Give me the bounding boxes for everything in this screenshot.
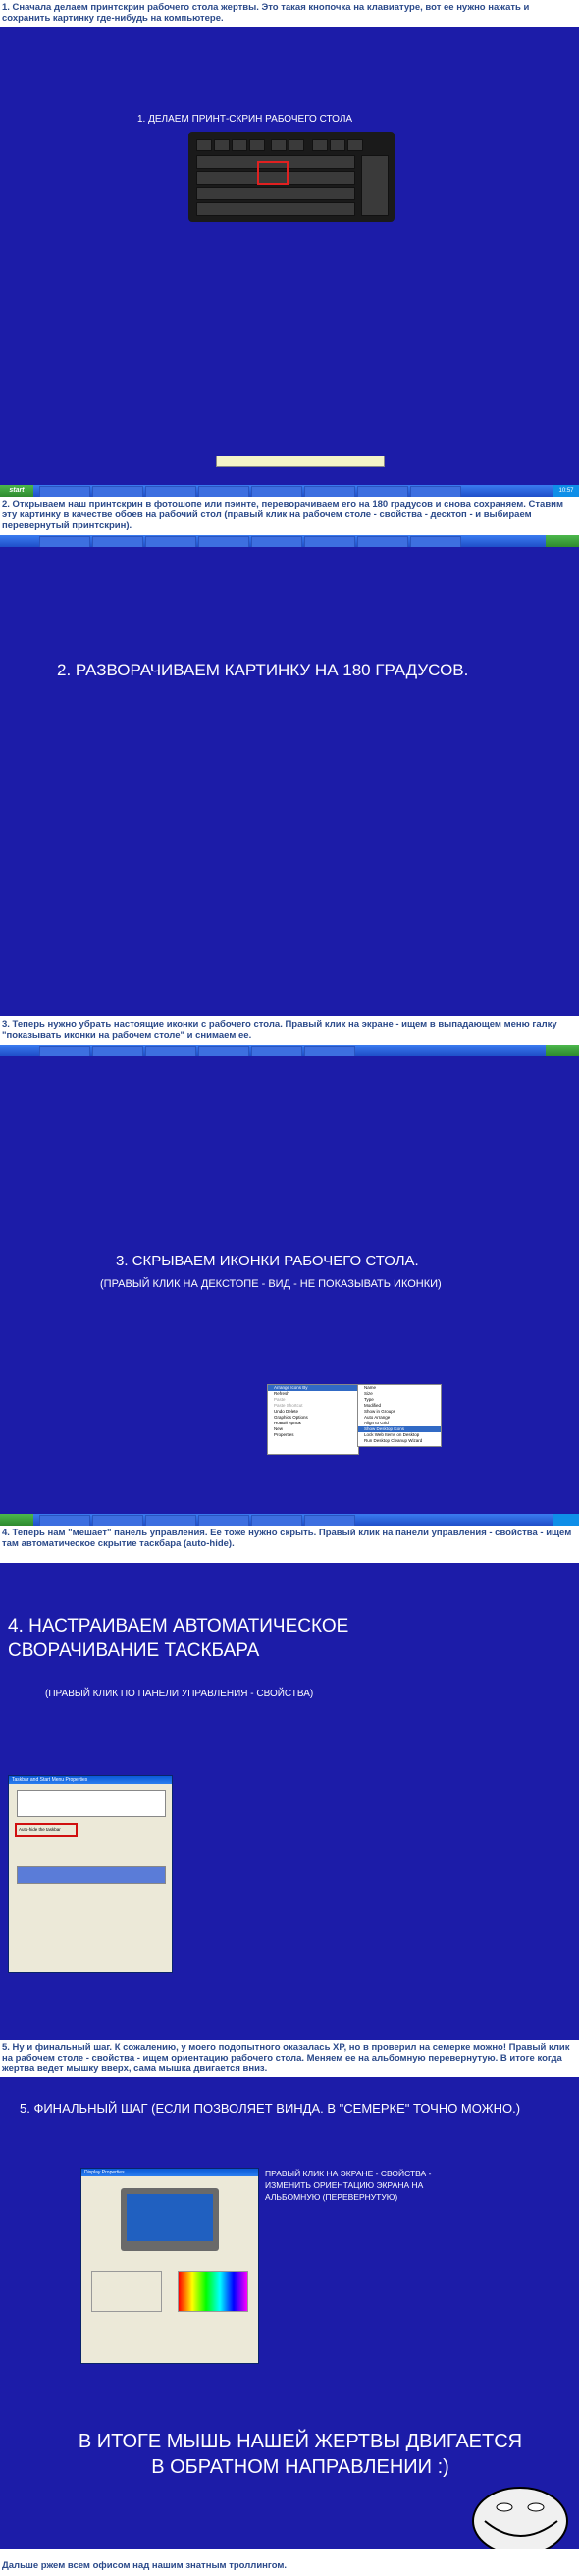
display-properties-dialog: Display Properties (80, 2168, 259, 2364)
taskbar-2-flipped (0, 535, 579, 547)
caption-step-4: 4. Теперь нам "мешает" панель управления… (2, 1528, 572, 1549)
taskbar-3-flipped (0, 1045, 579, 1056)
panel-title-2: 2. РАЗВОРАЧИВАЕМ КАРТИНКУ НА 180 ГРАДУСО… (57, 661, 469, 679)
panel-title-1: 1. ДЕЛАЕМ ПРИНТ-СКРИН РАБОЧЕГО СТОЛА (137, 114, 353, 125)
panel-title-5: 5. ФИНАЛЬНЫЙ ШАГ (ЕСЛИ ПОЗВОЛЯЕТ ВИНДА. … (20, 2101, 521, 2116)
trollface-image (472, 2487, 568, 2549)
taskbar-properties-dialog: Taskbar and Start Menu Properties Auto-h… (8, 1775, 173, 1973)
desktop-autohide-4: 4. НАСТРАИВАЕМ АВТОМАТИЧЕСКОЕ СВОРАЧИВАН… (0, 1563, 579, 2040)
panel-title-3: 3. СКРЫВАЕМ ИКОНКИ РАБОЧЕГО СТОЛА. (116, 1253, 419, 1269)
keyboard-image (188, 132, 395, 222)
clock: 10:57 (553, 485, 579, 497)
taskbar-3-bottom (0, 1514, 579, 1526)
footer-caption: Дальше ржем всем офисом над нашим знатны… (2, 2560, 288, 2571)
desktop-hide-icons-3: 3. СКРЫВАЕМ ИКОНКИ РАБОЧЕГО СТОЛА. (ПРАВ… (0, 1045, 579, 1526)
autohide-checkbox[interactable]: Auto-hide the taskbar (15, 1823, 78, 1837)
printscreen-highlight (257, 161, 289, 185)
caption-step-2: 2. Открываем наш принтскрин в фотошопе и… (2, 499, 564, 531)
panel-subtitle-3: (ПРАВЫЙ КЛИК НА ДЕКСТОПЕ - ВИД - НЕ ПОКА… (100, 1278, 442, 1290)
menu-item-properties[interactable]: Properties (268, 1432, 358, 1438)
panel-subtitle-4: (ПРАВЫЙ КЛИК ПО ПАНЕЛИ УПРАВЛЕНИЯ - СВОЙ… (45, 1689, 314, 1699)
desktop-rotated-2: 2. РАЗВОРАЧИВАЕМ КАРТИНКУ НА 180 ГРАДУСО… (0, 535, 579, 1016)
tooltip-balloon (216, 456, 385, 467)
caption-step-3: 3. Теперь нужно убрать настоящие иконки … (2, 1019, 557, 1041)
taskbar-1: start 10:57 (0, 485, 579, 497)
context-menu: Arrange Icons By Refresh Paste Paste Sho… (267, 1384, 359, 1455)
context-submenu: Name Size Type Modified Show in Groups A… (357, 1384, 442, 1447)
desktop-screenshot-1: 1. ДЕЛАЕМ ПРИНТ-СКРИН РАБОЧЕГО СТОЛА (0, 27, 579, 497)
submenu-cleanup[interactable]: Run Desktop Cleanup Wizard (358, 1438, 441, 1444)
dialog-title-5: Display Properties (81, 2169, 258, 2176)
panel-title-4: 4. НАСТРАИВАЕМ АВТОМАТИЧЕСКОЕ СВОРАЧИВАН… (8, 1616, 349, 1661)
start-button[interactable]: start (0, 485, 33, 497)
caption-step-5: 5. Ну и финальный шаг. К сожалению, у мо… (2, 2042, 570, 2074)
panel-result-5: В ИТОГЕ МЫШЬ НАШЕЙ ЖЕРТВЫ ДВИГАЕТСЯ В ОБ… (78, 2431, 523, 2478)
dialog-title: Taskbar and Start Menu Properties (9, 1776, 172, 1784)
desktop-orientation-5: 5. ФИНАЛЬНЫЙ ШАГ (ЕСЛИ ПОЗВОЛЯЕТ ВИНДА. … (0, 2077, 579, 2549)
caption-step-1: 1. Сначала делаем принтскрин рабочего ст… (2, 2, 530, 24)
panel-note-5: ПРАВЫЙ КЛИК НА ЭКРАНЕ - СВОЙСТВА - ИЗМЕН… (265, 2169, 432, 2202)
